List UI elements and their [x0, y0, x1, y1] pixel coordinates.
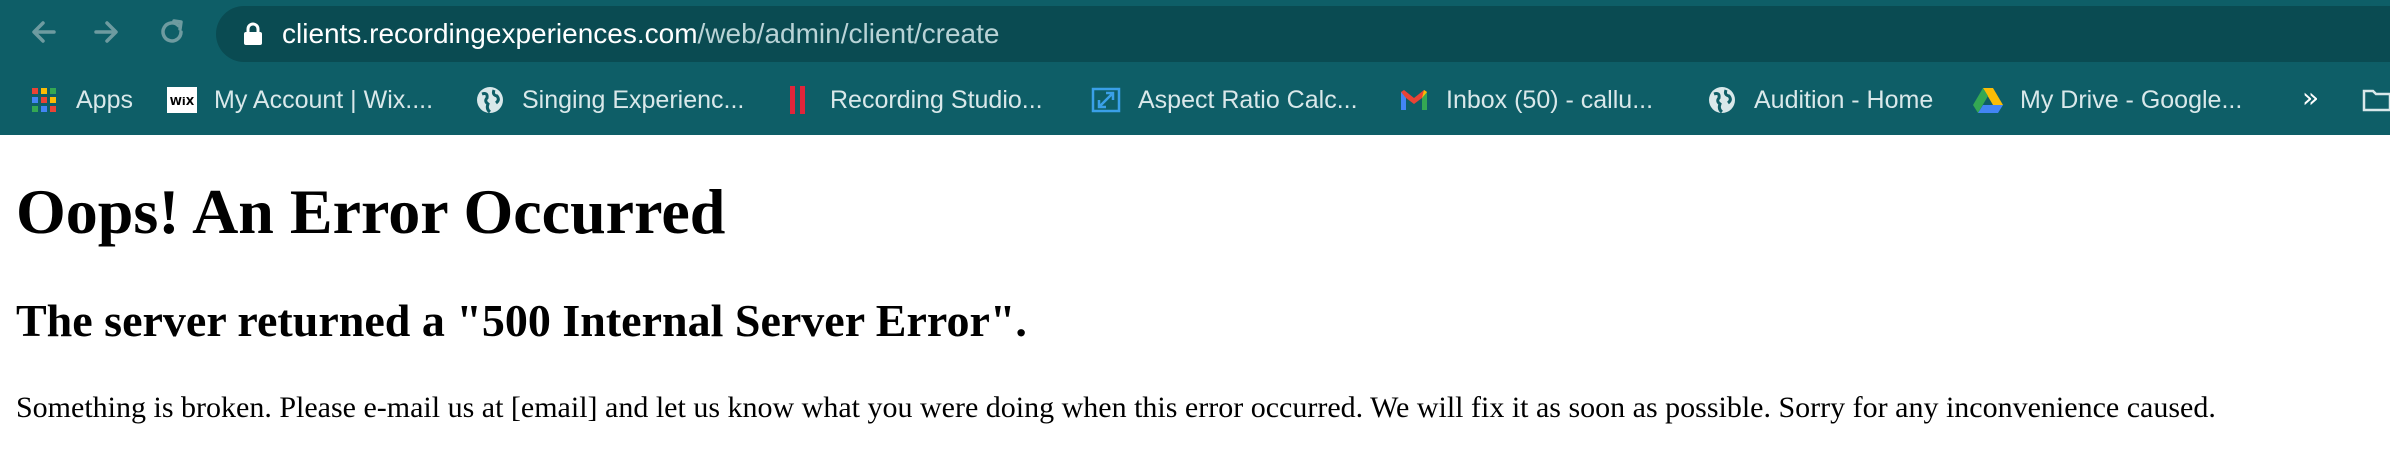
bookmark-label: Aspect Ratio Calc... — [1138, 86, 1358, 114]
error-subheading: The server returned a "500 Internal Serv… — [16, 295, 1027, 346]
bookmark-label: Singing Experienc... — [522, 86, 745, 114]
apps-grid-icon — [28, 84, 60, 116]
expand-icon — [1090, 84, 1122, 116]
reload-button[interactable] — [154, 14, 190, 50]
bookmark-label: Recording Studio... — [830, 86, 1043, 114]
reload-icon — [161, 19, 183, 43]
bookmark-label: My Account | Wix.... — [214, 86, 434, 114]
url-path: /web/admin/client/create — [697, 18, 1000, 49]
globe-icon — [474, 84, 506, 116]
bookmark-label: Apps — [76, 86, 133, 114]
svg-text:WiX: WiX — [170, 95, 195, 108]
arrow-right-icon — [94, 21, 118, 43]
url-text[interactable]: clients.recordingexperiences.com/web/adm… — [282, 15, 999, 53]
folder-icon[interactable] — [2362, 84, 2390, 114]
address-bar[interactable]: clients.recordingexperiences.com/web/adm… — [216, 6, 2390, 62]
back-button[interactable] — [26, 14, 62, 50]
url-host: clients.recordingexperiences.com — [282, 18, 698, 49]
forward-button[interactable] — [88, 14, 124, 50]
red-bars-icon — [782, 84, 814, 116]
bookmarks-overflow-button[interactable]: » — [2302, 80, 2319, 116]
wix-icon: WiX — [166, 84, 198, 116]
error-message: Something is broken. Please e-mail us at… — [16, 391, 2216, 424]
gmail-icon — [1398, 84, 1430, 116]
browser-toolbar: clients.recordingexperiences.com/web/adm… — [0, 0, 2390, 68]
google-drive-icon — [1972, 84, 2004, 116]
bookmarks-bar: Apps WiX My Account | Wix.... Singing Ex… — [0, 68, 2390, 135]
browser-chrome: clients.recordingexperiences.com/web/adm… — [0, 0, 2390, 135]
bookmark-label: Inbox (50) - callu... — [1446, 86, 1654, 114]
bookmark-label: My Drive - Google... — [2020, 86, 2243, 114]
globe-icon — [1706, 84, 1738, 116]
arrow-left-icon — [32, 21, 56, 43]
lock-icon[interactable] — [240, 21, 266, 47]
bookmark-label: Audition - Home — [1754, 86, 1934, 114]
error-heading: Oops! An Error Occurred — [16, 176, 726, 247]
